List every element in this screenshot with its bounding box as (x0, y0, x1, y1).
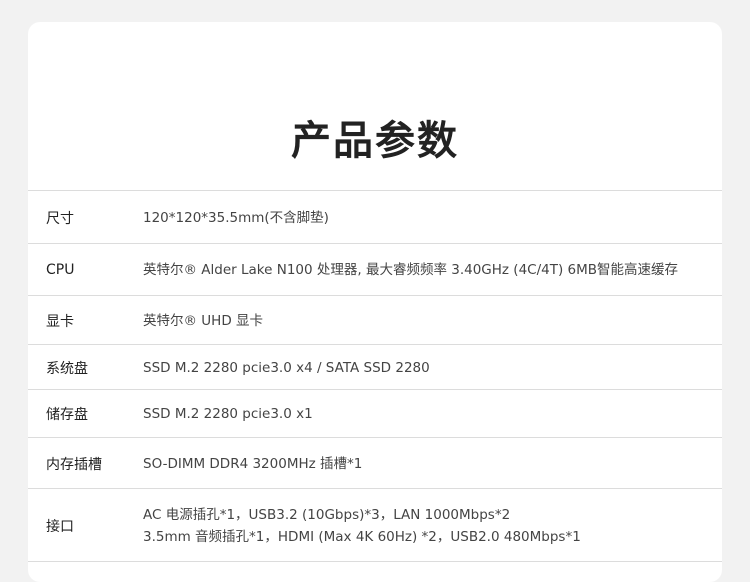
spec-row-interfaces: 接口 AC 电源插孔*1，USB3.2 (10Gbps)*3，LAN 1000M… (28, 488, 722, 562)
spec-label: 系统盘 (46, 360, 88, 377)
spec-value: SO-DIMM DDR4 3200MHz 插槽*1 (143, 453, 362, 475)
spec-value-line: SO-DIMM DDR4 3200MHz 插槽*1 (143, 455, 363, 472)
spec-card: 产品参数 尺寸 120*120*35.5mm(不含脚垫) CPU 英特尔® Al… (28, 22, 722, 582)
spec-label: 内存插槽 (46, 456, 102, 473)
spec-row-cpu: CPU 英特尔® Alder Lake N100 处理器, 最大睿频频率 3.4… (28, 243, 722, 296)
spec-value: SSD M.2 2280 pcie3.0 x1 (143, 403, 313, 425)
spec-value-line: SSD M.2 2280 pcie3.0 x1 (143, 406, 313, 422)
spec-label: 接口 (46, 518, 74, 535)
page-title: 产品参数 (291, 118, 459, 164)
spec-row-divider (28, 561, 722, 582)
spec-row-size: 尺寸 120*120*35.5mm(不含脚垫) (28, 190, 722, 244)
spec-value-line: AC 电源插孔*1，USB3.2 (10Gbps)*3，LAN 1000Mbps… (143, 506, 511, 523)
spec-label: 显卡 (46, 313, 74, 330)
spec-row-gpu: 显卡 英特尔® UHD 显卡 (28, 295, 722, 345)
spec-row-system-disk: 系统盘 SSD M.2 2280 pcie3.0 x4 / SATA SSD 2… (28, 344, 722, 390)
spec-value-line: 英特尔® Alder Lake N100 处理器, 最大睿频频率 3.40GHz… (143, 262, 679, 278)
spec-value: 英特尔® Alder Lake N100 处理器, 最大睿频频率 3.40GHz… (143, 259, 678, 281)
spec-value: 120*120*35.5mm(不含脚垫) (143, 207, 329, 229)
spec-row-storage-disk: 储存盘 SSD M.2 2280 pcie3.0 x1 (28, 389, 722, 438)
spec-value: AC 电源插孔*1，USB3.2 (10Gbps)*3，LAN 1000Mbps… (143, 504, 581, 548)
spec-value-line: 3.5mm 音频插孔*1，HDMI (Max 4K 60Hz) *2，USB2.… (143, 528, 581, 545)
spec-value-line: 120*120*35.5mm(不含脚垫) (143, 209, 329, 226)
spec-value-line: SSD M.2 2280 pcie3.0 x4 / SATA SSD 2280 (143, 359, 430, 376)
spec-label: 尺寸 (46, 210, 74, 227)
spec-label: 储存盘 (46, 407, 88, 423)
spec-value: SSD M.2 2280 pcie3.0 x4 / SATA SSD 2280 (143, 357, 430, 379)
spec-value-line: 英特尔® UHD 显卡 (143, 312, 264, 329)
spec-value: 英特尔® UHD 显卡 (143, 310, 263, 332)
spec-label: CPU (46, 262, 75, 278)
spec-row-memory-slot: 内存插槽 SO-DIMM DDR4 3200MHz 插槽*1 (28, 437, 722, 489)
